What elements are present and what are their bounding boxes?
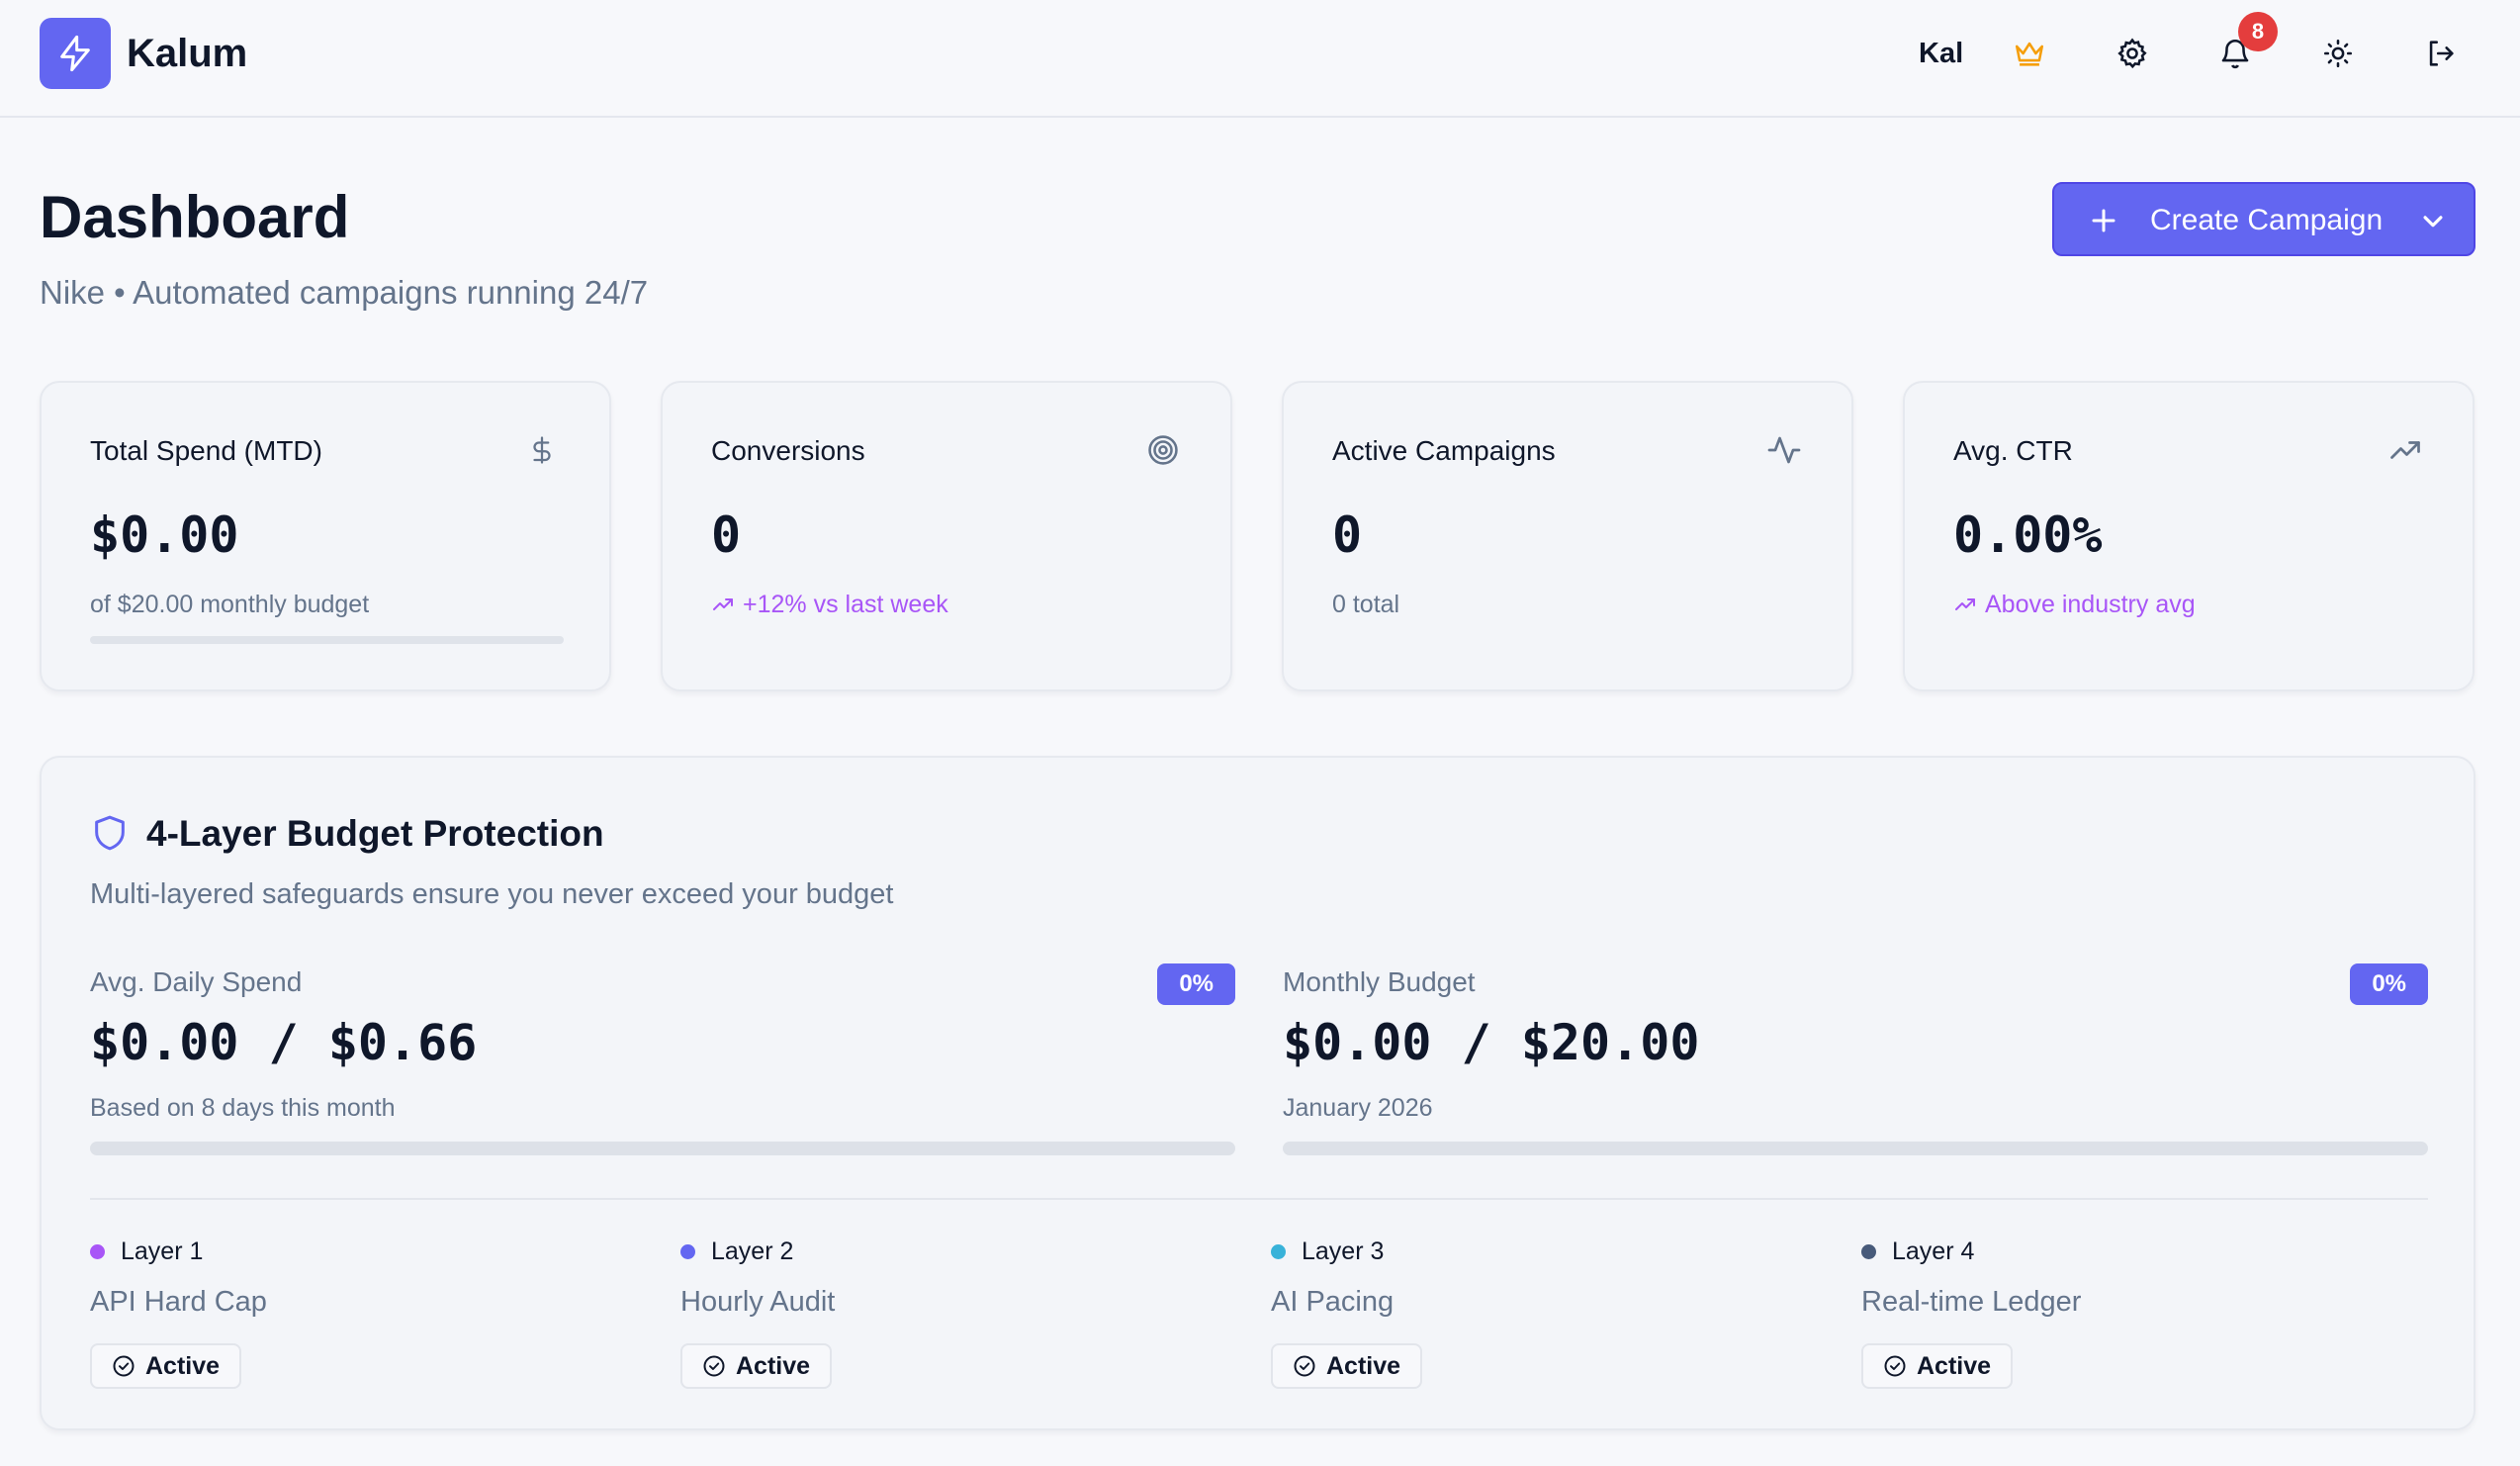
layer-number: Layer 1 (121, 1237, 204, 1265)
stat-title: Avg. CTR (1953, 435, 2073, 466)
layer-dot (1271, 1243, 1286, 1259)
stat-value: 0 (711, 506, 742, 564)
stat-subtext: +12% vs last week (743, 591, 948, 618)
status-badge: Active (1861, 1343, 2014, 1389)
stat-subtext: of $20.00 monthly budget (90, 591, 370, 618)
status-label: Active (1917, 1351, 1992, 1380)
dollar-icon (522, 430, 562, 470)
meter-subtext: Based on 8 days this month (90, 1094, 396, 1122)
trending-up-icon (713, 598, 733, 610)
stat-trend: +12% vs last week (711, 589, 948, 620)
check-circle-icon (1884, 1355, 1906, 1377)
spend-progress-bar (90, 636, 564, 644)
check-circle-icon (1294, 1355, 1315, 1377)
stat-card-conversions: Conversions 0 +12% vs last week (661, 381, 1232, 691)
layer-number: Layer 4 (1892, 1237, 1975, 1265)
user-name[interactable]: Kal (1919, 34, 1963, 73)
meter-progress-bar (90, 1142, 1235, 1155)
layer-number: Layer 3 (1302, 1237, 1385, 1265)
status-label: Active (1326, 1351, 1401, 1380)
shield-icon (95, 815, 125, 851)
layer-item: Layer 1 API Hard Cap Active (90, 1233, 644, 1401)
create-campaign-button[interactable]: Create Campaign (2052, 182, 2475, 256)
page-title: Dashboard (40, 184, 350, 250)
stat-value: $0.00 (90, 506, 239, 564)
layer-dot (90, 1243, 105, 1259)
create-campaign-label: Create Campaign (2150, 204, 2384, 236)
meter-value: $0.00 / $20.00 (1283, 1014, 1700, 1071)
status-label: Active (145, 1351, 221, 1380)
daily-spend-meter: Avg. Daily Spend 0% $0.00 / $0.66 Based … (90, 960, 1235, 1157)
budget-protection-panel: 4-Layer Budget Protection Multi-layered … (40, 756, 2475, 1430)
layer-name: AI Pacing (1271, 1286, 1395, 1318)
check-circle-icon (703, 1355, 725, 1377)
stat-card-active-campaigns: Active Campaigns 0 0 total (1282, 381, 1853, 691)
status-label: Active (736, 1351, 811, 1380)
chevron-down-icon (2423, 216, 2443, 228)
layer-dot (1861, 1243, 1876, 1259)
stat-value: 0.00% (1953, 506, 2103, 564)
status-badge: Active (1271, 1343, 1423, 1389)
logout-icon[interactable] (2417, 30, 2465, 77)
page-subtitle: Nike • Automated campaigns running 24/7 (40, 274, 649, 311)
logo[interactable] (40, 18, 111, 89)
layer-name: API Hard Cap (90, 1286, 267, 1318)
layer-number: Layer 2 (711, 1237, 794, 1265)
lightning-icon (60, 35, 90, 72)
divider (90, 1198, 2428, 1200)
layer-name: Real-time Ledger (1861, 1286, 2082, 1318)
stat-subtext: 0 total (1332, 591, 1400, 618)
meter-value: $0.00 / $0.66 (90, 1014, 478, 1071)
meter-percent-badge: 0% (2350, 963, 2428, 1005)
check-circle-icon (113, 1355, 135, 1377)
gear-icon[interactable] (2109, 30, 2156, 77)
meter-percent-badge: 0% (1157, 963, 1235, 1005)
layer-item: Layer 2 Hourly Audit Active (680, 1233, 1234, 1401)
target-icon (1143, 430, 1183, 470)
stat-subtext: Above industry avg (1985, 591, 2196, 618)
panel-description: Multi-layered safeguards ensure you neve… (90, 878, 894, 910)
stat-value: 0 (1332, 506, 1363, 564)
panel-title: 4-Layer Budget Protection (146, 813, 604, 854)
layer-item: Layer 3 AI Pacing Active (1271, 1233, 1825, 1401)
stat-card-total-spend: Total Spend (MTD) $0.00 of $20.00 monthl… (40, 381, 611, 691)
brand-name: Kalum (127, 32, 248, 75)
plus-icon (2092, 209, 2115, 232)
stat-title: Total Spend (MTD) (90, 435, 322, 466)
top-bar: Kalum Kal 8 (0, 0, 2520, 118)
layer-dot (680, 1243, 695, 1259)
notification-badge: 8 (2238, 12, 2278, 51)
trending-up-icon (2385, 430, 2425, 470)
monthly-budget-meter: Monthly Budget 0% $0.00 / $20.00 January… (1283, 960, 2428, 1157)
crown-icon[interactable] (2006, 30, 2053, 77)
stat-trend: Above industry avg (1953, 589, 2196, 620)
sun-icon[interactable] (2314, 30, 2362, 77)
activity-icon (1764, 430, 1804, 470)
layer-name: Hourly Audit (680, 1286, 836, 1318)
meter-label: Monthly Budget (1283, 966, 1476, 997)
layer-item: Layer 4 Real-time Ledger Active (1861, 1233, 2415, 1401)
meter-progress-bar (1283, 1142, 2428, 1155)
stat-title: Conversions (711, 435, 865, 466)
trending-up-icon (1955, 598, 1975, 610)
stat-title: Active Campaigns (1332, 435, 1556, 466)
stat-card-avg-ctr: Avg. CTR 0.00% Above industry avg (1903, 381, 2475, 691)
meter-subtext: January 2026 (1283, 1094, 1433, 1122)
meter-label: Avg. Daily Spend (90, 966, 303, 997)
status-badge: Active (90, 1343, 242, 1389)
status-badge: Active (680, 1343, 833, 1389)
